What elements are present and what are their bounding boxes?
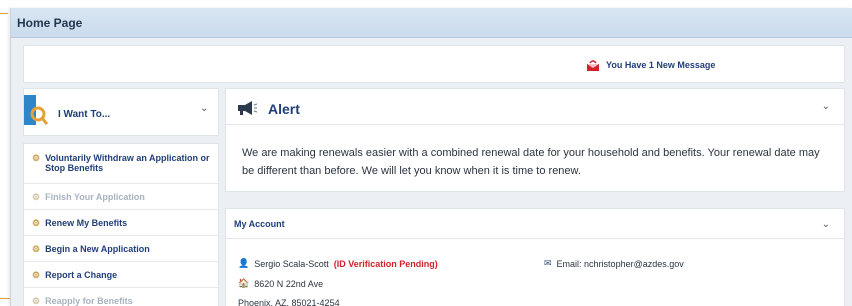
account-name: Sergio Scala-Scott: [254, 258, 329, 269]
address-line-1: 8620 N 22nd Ave: [254, 278, 324, 289]
gear-icon: ⚙: [32, 191, 41, 202]
menu-item-reapply[interactable]: ⚙ Reapply for Benefits: [24, 288, 218, 306]
gear-icon: ⚙: [32, 295, 41, 306]
gear-icon: ⚙: [32, 217, 41, 228]
gear-icon: ⚙: [32, 243, 41, 254]
address-line-2: Phoenix, AZ, 85021-4254: [238, 298, 340, 306]
menu-item-label: Voluntarily Withdraw an Application or S…: [45, 153, 210, 173]
account-city-row: Phoenix, AZ, 85021-4254: [238, 298, 340, 306]
header-bar: Home Page: [11, 8, 852, 38]
frame-corner-mark: [0, 13, 8, 14]
menu-item-label: Report a Change: [45, 269, 118, 280]
action-menu: ⚙ Voluntarily Withdraw an Application or…: [23, 143, 219, 306]
new-message-link[interactable]: You Have 1 New Message: [586, 60, 716, 71]
account-name-row: 👤 Sergio Scala-Scott (ID Verification Pe…: [238, 258, 438, 269]
menu-item-renew[interactable]: ⚙ Renew My Benefits: [24, 210, 218, 236]
chevron-down-icon[interactable]: ⌄: [200, 103, 208, 114]
alert-message: We are making renewals easier with a com…: [242, 147, 820, 177]
account-header[interactable]: My Account ⌄: [226, 209, 844, 239]
account-email-row: ✉ Email: nchristopher@azdes.gov: [544, 258, 684, 269]
account-title: My Account: [234, 219, 285, 229]
sidebar: I Want To... ⌄ ⚙ Voluntarily Withdraw an…: [23, 88, 219, 306]
menu-item-report-change[interactable]: ⚙ Report a Change: [24, 262, 218, 288]
account-email: Email: nchristopher@azdes.gov: [556, 258, 684, 269]
alert-header[interactable]: Alert ⌄: [226, 89, 844, 125]
menu-item-label: Reapply for Benefits: [45, 295, 133, 306]
envelope-alert-icon: [586, 60, 600, 71]
alert-title: Alert: [268, 101, 300, 117]
chevron-down-icon[interactable]: ⌄: [822, 219, 830, 230]
i-want-to-label: I Want To...: [58, 109, 111, 120]
home-icon: 🏠: [238, 278, 250, 288]
chevron-down-icon[interactable]: ⌄: [822, 101, 830, 112]
user-icon: 👤: [238, 258, 250, 268]
alert-panel: Alert ⌄ We are making renewals easier wi…: [225, 88, 845, 192]
menu-item-label: Begin a New Application: [45, 243, 150, 254]
menu-item-finish-application[interactable]: ⚙ Finish Your Application: [24, 184, 218, 210]
account-address-row: 🏠 8620 N 22nd Ave: [238, 278, 323, 289]
envelope-icon: ✉: [544, 258, 552, 268]
i-want-to-panel[interactable]: I Want To... ⌄: [23, 88, 219, 136]
message-bar: You Have 1 New Message: [23, 45, 845, 83]
menu-item-label: Finish Your Application: [45, 191, 145, 202]
verification-status: (ID Verification Pending): [333, 258, 438, 269]
my-account-panel: My Account ⌄ 👤 Sergio Scala-Scott (ID Ve…: [225, 208, 845, 306]
gear-icon: ⚙: [32, 153, 41, 163]
new-message-text: You Have 1 New Message: [606, 60, 716, 70]
menu-item-label: Renew My Benefits: [45, 217, 128, 228]
page-title: Home Page: [17, 16, 83, 30]
app-frame: Home Page You Have 1 New Message I Want …: [10, 8, 852, 306]
menu-item-withdraw[interactable]: ⚙ Voluntarily Withdraw an Application or…: [24, 144, 218, 184]
search-icon: [24, 95, 49, 127]
gear-icon: ⚙: [32, 269, 41, 280]
megaphone-icon: [236, 100, 258, 121]
menu-item-new-application[interactable]: ⚙ Begin a New Application: [24, 236, 218, 262]
